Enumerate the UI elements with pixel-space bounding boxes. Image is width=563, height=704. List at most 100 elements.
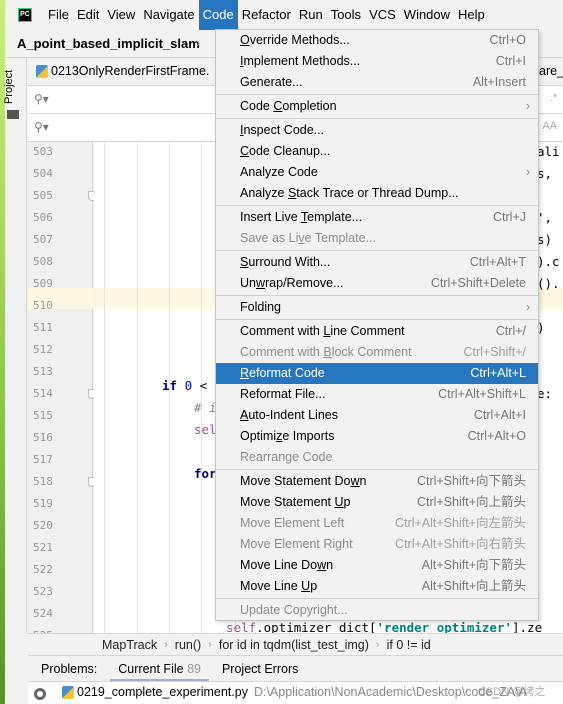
menu-run[interactable]: Run xyxy=(295,0,327,30)
menu-item-label: Move Line Up xyxy=(240,579,318,593)
menu-item-update-copyright: Update Copyright... xyxy=(216,600,538,621)
menu-item-code-cleanup[interactable]: Code Cleanup... xyxy=(216,141,538,162)
menu-item-label: Unwrap/Remove... xyxy=(240,276,344,290)
menu-item-shortcut: Ctrl+Alt+T xyxy=(469,255,526,269)
menu-item-label: Move Line Down xyxy=(240,558,334,572)
eye-icon[interactable] xyxy=(34,688,46,700)
menu-item-label: Rearrange Code xyxy=(240,450,333,464)
menu-item-reformat-code[interactable]: Reformat Code Ctrl+Alt+L xyxy=(216,363,538,384)
code-menu-dropdown: Override Methods... Ctrl+O Implement Metho… xyxy=(215,29,539,621)
menu-item-label: Surround With... xyxy=(240,255,331,269)
menu-item-label: Generate... xyxy=(240,75,303,89)
menu-item-reformat-file[interactable]: Reformat File... Ctrl+Alt+Shift+L xyxy=(216,384,538,405)
menu-item-label: Folding xyxy=(240,300,281,314)
project-name[interactable]: A_point_based_implicit_slam xyxy=(17,36,200,51)
menu-item-shortcut: Ctrl+Alt+Shift+L xyxy=(438,387,526,401)
search-icon: ⚲▾ xyxy=(34,120,49,134)
menu-item-label: Update Copyright... xyxy=(240,603,348,617)
menu-separator xyxy=(216,250,538,251)
menu-item-label: Analyze Stack Trace or Thread Dump... xyxy=(240,186,459,200)
menu-item-shortcut: Alt+Shift+向上箭头 xyxy=(421,579,526,593)
menu-view[interactable]: View xyxy=(103,0,139,30)
menu-separator xyxy=(216,319,538,320)
line-number: 511 xyxy=(33,321,53,334)
line-number: 508 xyxy=(33,255,53,268)
menu-item-label: Move Statement Down xyxy=(240,474,367,488)
line-number: 510 xyxy=(33,299,53,312)
menu-item-analyze-stack-trace-or-thread-dump[interactable]: Analyze Stack Trace or Thread Dump... xyxy=(216,183,538,204)
menu-item-label: Comment with Block Comment xyxy=(240,345,412,359)
watermark: CSDN @烤之 xyxy=(478,686,546,698)
menu-item-move-element-right: Move Element Right Ctrl+Alt+Shift+向右箭头 xyxy=(216,534,538,555)
menu-tools[interactable]: Tools xyxy=(327,0,365,30)
menu-separator xyxy=(216,205,538,206)
match-case-icon[interactable]: AA xyxy=(542,120,557,132)
menu-item-implement-methods[interactable]: Implement Methods... Ctrl+I xyxy=(216,51,538,72)
menu-edit[interactable]: Edit xyxy=(73,0,103,30)
menu-item-surround-with[interactable]: Surround With... Ctrl+Alt+T xyxy=(216,252,538,273)
menu-item-auto-indent-lines[interactable]: Auto-Indent Lines Ctrl+Alt+I xyxy=(216,405,538,426)
code-fragment: ).c xyxy=(537,254,560,269)
menu-item-comment-with-line-comment[interactable]: Comment with Line Comment Ctrl+/ xyxy=(216,321,538,342)
line-number: 522 xyxy=(33,563,53,576)
breadcrumb: MapTrack › run() › for id in tqdm(list_test_… xyxy=(28,633,563,655)
menu-item-move-line-up[interactable]: Move Line Up Alt+Shift+向上箭头 xyxy=(216,576,538,597)
menu-help[interactable]: Help xyxy=(454,0,489,30)
line-number: 504 xyxy=(33,167,53,180)
menu-item-shortcut: Ctrl+Shift+/ xyxy=(463,345,526,359)
code-fragment: ', xyxy=(537,210,560,225)
menu-window[interactable]: Window xyxy=(400,0,454,30)
menu-item-shortcut: Ctrl+Shift+向下箭头 xyxy=(416,474,526,488)
tab-right-fragment[interactable]: are_e xyxy=(539,64,563,78)
menu-item-label: Reformat Code xyxy=(240,366,325,380)
ide-window: PC File Edit View Navigate Code Refactor Run To… xyxy=(0,0,563,704)
menu-item-move-statement-down[interactable]: Move Statement Down Ctrl+Shift+向下箭头 xyxy=(216,471,538,492)
breadcrumb-item[interactable]: if 0 != id xyxy=(387,638,431,652)
menu-item-shortcut: Alt+Insert xyxy=(472,75,526,89)
line-number: 503 xyxy=(33,145,53,158)
menu-item-optimize-imports[interactable]: Optimize Imports Ctrl+Alt+O xyxy=(216,426,538,447)
menu-item-override-methods[interactable]: Override Methods... Ctrl+O xyxy=(216,30,538,51)
menu-item-move-statement-up[interactable]: Move Statement Up Ctrl+Shift+向上箭头 xyxy=(216,492,538,513)
regex-icon[interactable]: .* xyxy=(550,92,557,104)
problem-count: 89 xyxy=(187,661,201,676)
menu-item-move-line-down[interactable]: Move Line Down Alt+Shift+向下箭头 xyxy=(216,555,538,576)
menu-item-label: Reformat File... xyxy=(240,387,326,401)
chevron-right-icon: › xyxy=(208,638,212,651)
menu-item-label: Code Completion xyxy=(240,99,337,113)
breadcrumb-item[interactable]: run() xyxy=(175,638,201,652)
menu-navigate[interactable]: Navigate xyxy=(139,0,198,30)
menu-code[interactable]: Code xyxy=(198,0,238,30)
menu-item-label: Move Element Left xyxy=(240,516,345,530)
menu-item-generate[interactable]: Generate... Alt+Insert xyxy=(216,72,538,93)
project-tool-window-button[interactable]: Project xyxy=(3,70,15,104)
menu-item-label: Move Element Right xyxy=(240,537,353,551)
menu-separator xyxy=(216,295,538,296)
menu-item-shortcut: Ctrl+Shift+向上箭头 xyxy=(416,495,526,509)
menu-item-insert-live-template[interactable]: Insert Live Template... Ctrl+J xyxy=(216,207,538,228)
python-file-icon xyxy=(36,64,48,78)
line-number: 515 xyxy=(33,409,53,422)
line-number: 507 xyxy=(33,233,53,246)
menu-item-unwrap-remove[interactable]: Unwrap/Remove... Ctrl+Shift+Delete xyxy=(216,273,538,294)
tab-current-file-problems[interactable]: Current File 89 xyxy=(110,656,209,682)
menu-item-label: Implement Methods... xyxy=(240,54,361,68)
problems-panel-header: Problems: Current File 89 Project Errors xyxy=(28,655,563,682)
menu-separator xyxy=(216,94,538,95)
menu-item-code-completion[interactable]: Code Completion › xyxy=(216,96,538,117)
tab-current-file[interactable]: 0213OnlyRenderFirstFrame. xyxy=(36,64,209,78)
menu-refactor[interactable]: Refactor xyxy=(238,0,295,30)
menu-item-folding[interactable]: Folding › xyxy=(216,297,538,318)
menu-item-label: Move Statement Up xyxy=(240,495,351,509)
chevron-right-icon: › xyxy=(164,638,168,651)
tab-project-errors[interactable]: Project Errors xyxy=(214,656,306,682)
menu-item-label: Analyze Code xyxy=(240,165,318,179)
menu-item-analyze-code[interactable]: Analyze Code › xyxy=(216,162,538,183)
breadcrumb-item[interactable]: for id in tqdm(list_test_img) xyxy=(219,638,369,652)
menu-item-shortcut: Ctrl+I xyxy=(495,54,526,68)
menu-file[interactable]: File xyxy=(44,0,73,30)
menu-vcs[interactable]: VCS xyxy=(365,0,400,30)
breadcrumb-item[interactable]: MapTrack xyxy=(102,638,157,652)
menu-item-inspect-code[interactable]: Inspect Code... xyxy=(216,120,538,141)
menu-item-label: Auto-Indent Lines xyxy=(240,408,338,422)
